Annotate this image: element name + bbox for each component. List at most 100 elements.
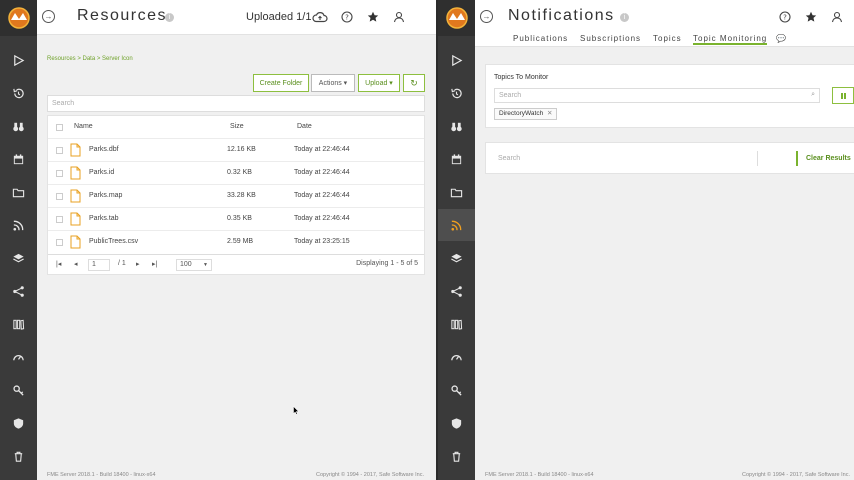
- run-workspace-icon[interactable]: [438, 44, 475, 76]
- row-checkbox[interactable]: [56, 193, 63, 200]
- library-icon[interactable]: [438, 308, 475, 340]
- favorite-star-icon[interactable]: [366, 10, 380, 24]
- table-row[interactable]: Parks.tab 0.35 KB Today at 22:46:44: [48, 207, 424, 230]
- file-search-input[interactable]: Search: [47, 95, 425, 112]
- column-date-header[interactable]: Date: [297, 123, 312, 130]
- file-name[interactable]: Parks.id: [89, 169, 114, 176]
- rss-icon[interactable]: [438, 209, 475, 241]
- row-checkbox[interactable]: [56, 216, 63, 223]
- chevron-down-icon: ▼: [203, 262, 208, 268]
- user-icon[interactable]: [830, 10, 844, 24]
- help-icon[interactable]: ?: [778, 10, 792, 24]
- row-checkbox[interactable]: [56, 147, 63, 154]
- select-all-checkbox[interactable]: [56, 124, 63, 131]
- key-icon[interactable]: [0, 374, 37, 406]
- page-title: Notifications: [508, 7, 615, 24]
- remove-chip-icon[interactable]: ✕: [547, 110, 552, 117]
- topic-chip[interactable]: DirectoryWatch ✕: [494, 108, 558, 120]
- next-page-icon[interactable]: ▸: [136, 260, 140, 268]
- binoculars-icon[interactable]: [438, 110, 475, 142]
- upload-status: Uploaded 1/1: [246, 11, 312, 23]
- file-name[interactable]: Parks.map: [89, 192, 122, 199]
- row-checkbox[interactable]: [56, 170, 63, 177]
- breadcrumb[interactable]: Resources > Data > Server Icon: [47, 56, 133, 62]
- last-page-icon[interactable]: ▸|: [152, 260, 157, 268]
- folder-icon[interactable]: [0, 176, 37, 208]
- chat-bubble-icon[interactable]: 💬: [776, 34, 786, 43]
- copyright-text: Copyright © 1994 - 2017, Safe Software I…: [315, 472, 424, 478]
- actions-dropdown-button[interactable]: Actions ▾: [311, 74, 355, 92]
- page-count: / 1: [118, 260, 126, 267]
- results-search-placeholder: Search: [498, 155, 521, 162]
- first-page-icon[interactable]: |◂: [56, 260, 61, 268]
- topic-search-input[interactable]: Search ⌕: [494, 88, 820, 103]
- file-name[interactable]: Parks.dbf: [89, 146, 119, 153]
- cloud-upload-icon[interactable]: [311, 10, 329, 24]
- back-arrow-icon[interactable]: →: [480, 10, 493, 23]
- info-icon[interactable]: i: [165, 13, 174, 22]
- table-row[interactable]: Parks.id 0.32 KB Today at 22:46:44: [48, 161, 424, 184]
- resources-window: → Resources i Uploaded 1/1 ? Resources >…: [0, 0, 436, 480]
- column-size-header[interactable]: Size: [230, 123, 244, 130]
- create-folder-button[interactable]: Create Folder: [253, 74, 309, 92]
- monitor-toggle-button[interactable]: [832, 87, 854, 104]
- pause-icon: [840, 92, 846, 99]
- share-icon[interactable]: [438, 275, 475, 307]
- dashboard-icon[interactable]: [0, 341, 37, 373]
- fme-logo[interactable]: [438, 0, 475, 36]
- help-icon[interactable]: ?: [340, 10, 354, 24]
- tab-topic-monitoring[interactable]: Topic Monitoring: [693, 34, 768, 45]
- page-title: Resources: [77, 7, 167, 24]
- results-search-input[interactable]: Search: [494, 151, 758, 166]
- page-number-input[interactable]: 1: [88, 259, 110, 271]
- trash-icon[interactable]: [0, 440, 37, 472]
- file-name[interactable]: Parks.tab: [89, 215, 119, 222]
- search-placeholder: Search: [499, 92, 522, 99]
- calendar-icon[interactable]: [0, 143, 37, 175]
- library-icon[interactable]: [0, 308, 37, 340]
- row-checkbox[interactable]: [56, 239, 63, 246]
- file-name[interactable]: PublicTrees.csv: [89, 238, 138, 245]
- file-size: 0.32 KB: [227, 169, 252, 176]
- calendar-icon[interactable]: [438, 143, 475, 175]
- shield-icon[interactable]: [0, 407, 37, 439]
- tab-topics[interactable]: Topics: [653, 34, 682, 43]
- table-row[interactable]: Parks.dbf 12.16 KB Today at 22:46:44: [48, 138, 424, 161]
- refresh-icon[interactable]: ↻: [403, 74, 425, 92]
- history-icon[interactable]: [0, 77, 37, 109]
- back-arrow-icon[interactable]: →: [42, 10, 55, 23]
- prev-page-icon[interactable]: ◂: [74, 260, 78, 268]
- tab-subscriptions[interactable]: Subscriptions: [580, 34, 641, 43]
- search-placeholder: Search: [52, 100, 75, 107]
- history-icon[interactable]: [438, 77, 475, 109]
- trash-icon[interactable]: [438, 440, 475, 472]
- layers-icon[interactable]: [0, 242, 37, 274]
- nav-rail: [438, 0, 475, 480]
- version-text: FME Server 2018.1 - Build 18400 - linux-…: [485, 472, 594, 478]
- footer: FME Server 2018.1 - Build 18400 - linux-…: [37, 472, 436, 480]
- fme-logo[interactable]: [0, 0, 37, 36]
- share-icon[interactable]: [0, 275, 37, 307]
- layers-icon[interactable]: [438, 242, 475, 274]
- clear-results-button[interactable]: Clear Results: [796, 151, 851, 166]
- dashboard-icon[interactable]: [438, 341, 475, 373]
- folder-icon[interactable]: [438, 176, 475, 208]
- rss-icon[interactable]: [0, 209, 37, 241]
- table-row[interactable]: PublicTrees.csv 2.59 MB Today at 23:25:15: [48, 230, 424, 253]
- table-row[interactable]: Parks.map 33.28 KB Today at 22:46:44: [48, 184, 424, 207]
- notification-tabs: Publications Subscriptions Topics Topic …: [475, 34, 854, 47]
- tab-publications[interactable]: Publications: [513, 34, 568, 43]
- key-icon[interactable]: [438, 374, 475, 406]
- info-icon[interactable]: i: [620, 13, 629, 22]
- file-date: Today at 22:46:44: [294, 215, 350, 222]
- run-workspace-icon[interactable]: [0, 44, 37, 76]
- shield-icon[interactable]: [438, 407, 475, 439]
- page-size-select[interactable]: 100 ▼: [176, 259, 212, 271]
- binoculars-icon[interactable]: [0, 110, 37, 142]
- upload-dropdown-button[interactable]: Upload ▾: [358, 74, 400, 92]
- user-icon[interactable]: [392, 10, 406, 24]
- file-size: 33.28 KB: [227, 192, 256, 199]
- column-name-header[interactable]: Name: [74, 123, 93, 130]
- page-size-value: 100: [180, 261, 192, 268]
- favorite-star-icon[interactable]: [804, 10, 818, 24]
